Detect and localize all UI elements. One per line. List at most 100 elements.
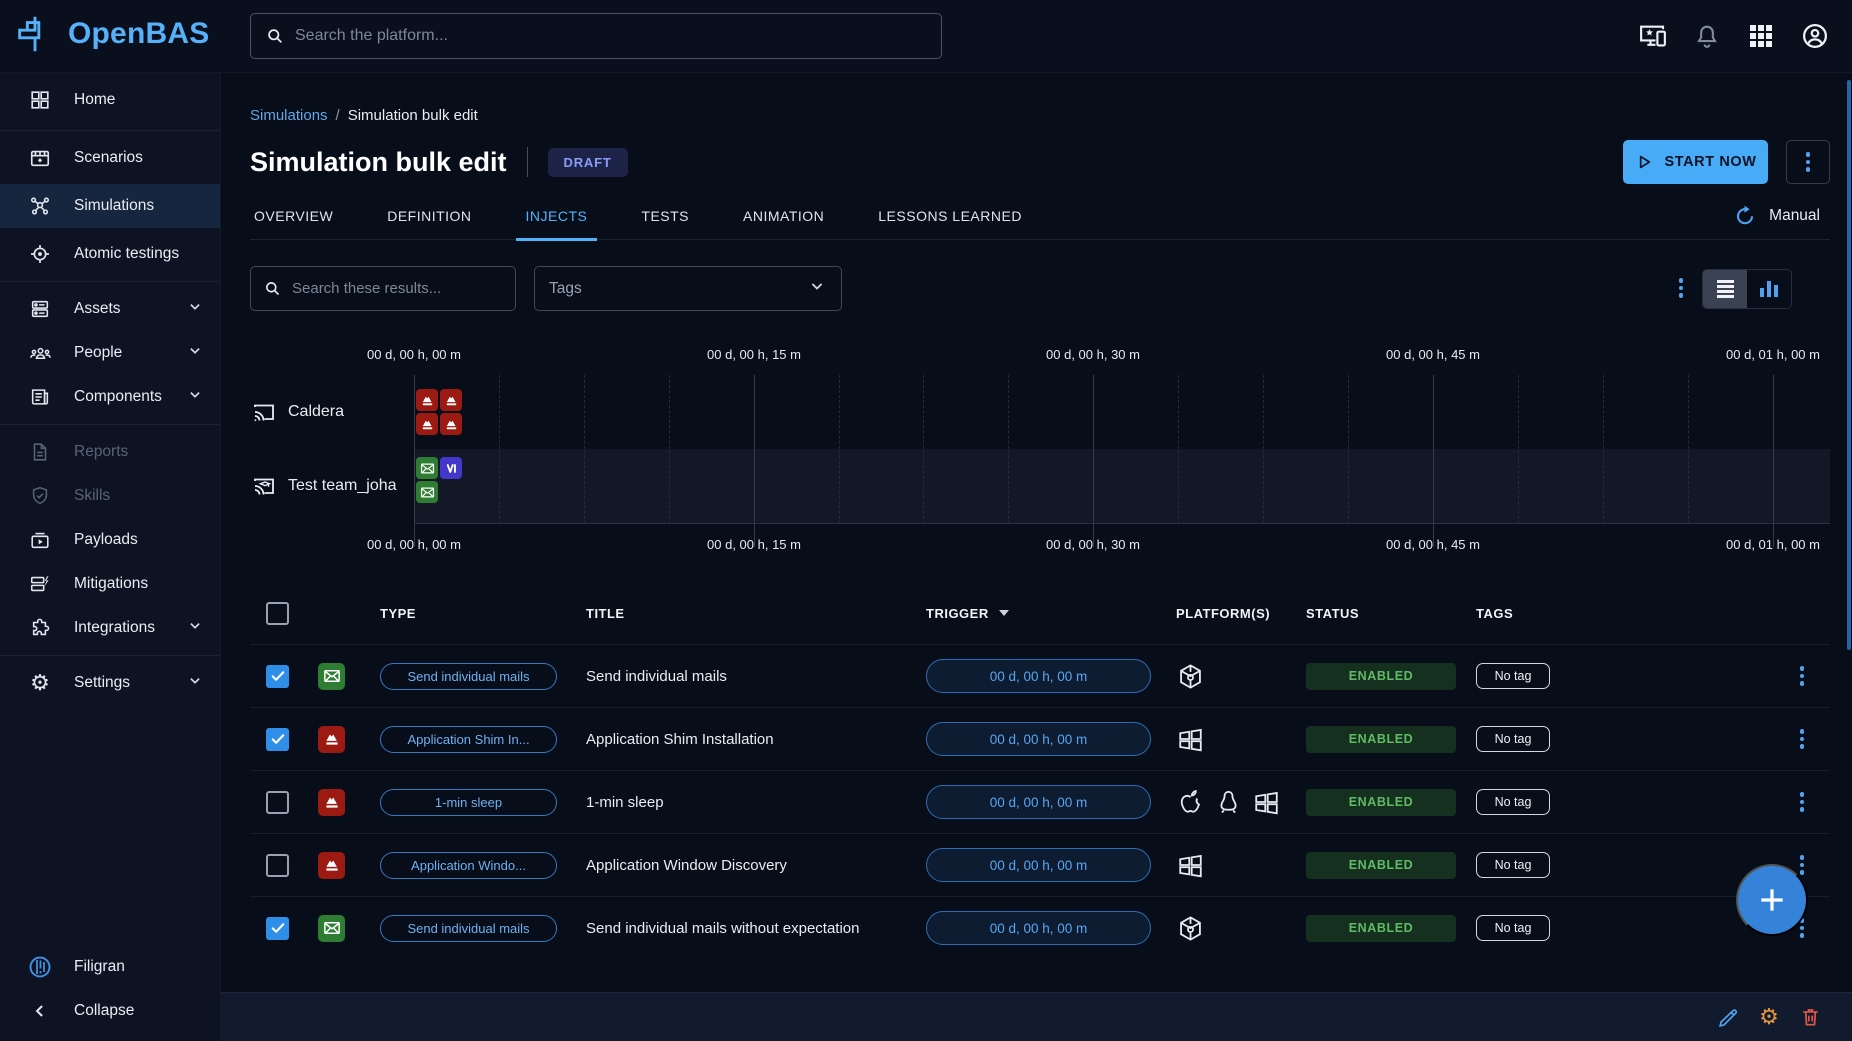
col-header-trigger[interactable]: TRIGGER	[926, 606, 1176, 621]
trigger-chip[interactable]: 00 d, 00 h, 00 m	[926, 848, 1151, 882]
sidebar-item-settings[interactable]: ⚙ Settings	[0, 661, 220, 705]
row-checkbox[interactable]	[266, 791, 289, 814]
col-header-tags[interactable]: TAGS	[1476, 606, 1720, 621]
delete-trash-icon[interactable]	[1798, 1005, 1822, 1029]
row-checkbox[interactable]	[266, 917, 289, 940]
openbas-logo[interactable]: OpenBAS	[12, 10, 209, 58]
refresh-mode-label: Manual	[1769, 207, 1820, 225]
devices-icon[interactable]	[1638, 21, 1668, 51]
row-menu-kebab-icon[interactable]	[1800, 855, 1805, 875]
trigger-chip[interactable]: 00 d, 00 h, 00 m	[926, 785, 1151, 819]
global-search-input[interactable]	[295, 27, 927, 45]
inject-caldera-icon[interactable]	[416, 413, 438, 435]
results-search-input[interactable]	[292, 280, 503, 297]
tab-animation[interactable]: ANIMATION	[739, 192, 828, 240]
tags-filter-select[interactable]: Tags	[534, 266, 842, 311]
select-all-checkbox[interactable]	[266, 602, 289, 625]
col-header-type[interactable]: TYPE	[380, 606, 586, 621]
sidebar-item-label: Assets	[74, 300, 121, 318]
notifications-bell-icon[interactable]	[1692, 21, 1722, 51]
sidebar-item-people[interactable]: People	[0, 331, 220, 375]
tag-chip: No tag	[1476, 663, 1550, 689]
table-row[interactable]: Application Windo... Application Window …	[250, 833, 1830, 896]
table-row[interactable]: Send individual mails Send individual ma…	[250, 896, 1830, 959]
row-menu-kebab-icon[interactable]	[1800, 666, 1805, 686]
email-type-icon	[318, 663, 345, 690]
refresh-icon	[1733, 204, 1757, 228]
trigger-chip[interactable]: 00 d, 00 h, 00 m	[926, 911, 1151, 945]
results-search[interactable]	[250, 266, 516, 311]
left-sidebar: Home Scenarios Simulations Atomic testin…	[0, 72, 221, 1041]
sidebar-item-label: Filigran	[74, 958, 125, 976]
simulation-more-button[interactable]	[1786, 140, 1830, 184]
sidebar-item-filigran[interactable]: Filigran	[0, 945, 220, 989]
col-header-title[interactable]: TITLE	[586, 606, 926, 621]
distribution-view-toggle[interactable]	[1747, 270, 1791, 308]
sidebar-item-label: Reports	[74, 443, 128, 461]
inject-email-icon[interactable]	[416, 481, 438, 503]
sort-desc-icon	[999, 610, 1009, 616]
col-header-platforms[interactable]: PLATFORM(S)	[1176, 606, 1306, 621]
col-header-status[interactable]: STATUS	[1306, 606, 1476, 621]
inject-verify-icon[interactable]	[440, 457, 462, 479]
openbas-logo-icon	[12, 10, 58, 58]
scrollbar-thumb[interactable]	[1847, 80, 1851, 650]
trigger-chip[interactable]: 00 d, 00 h, 00 m	[926, 659, 1151, 693]
sidebar-item-mitigations[interactable]: Mitigations	[0, 562, 220, 606]
sidebar-item-simulations[interactable]: Simulations	[0, 184, 220, 228]
inject-email-icon[interactable]	[416, 457, 438, 479]
chevron-down-icon	[186, 298, 204, 321]
settings-gear-icon[interactable]: ⚙	[1757, 1005, 1781, 1029]
tab-tests[interactable]: TESTS	[637, 192, 693, 240]
payloads-box-icon	[28, 528, 52, 552]
row-checkbox[interactable]	[266, 854, 289, 877]
trigger-chip[interactable]: 00 d, 00 h, 00 m	[926, 722, 1151, 756]
table-row[interactable]: 1-min sleep 1-min sleep 00 d, 00 h, 00 m…	[250, 770, 1830, 833]
cast-education-icon	[252, 474, 276, 498]
sidebar-item-skills[interactable]: Skills	[0, 474, 220, 518]
sidebar-item-scenarios[interactable]: Scenarios	[0, 136, 220, 180]
timeline-options-kebab-icon[interactable]	[1679, 278, 1684, 298]
global-search[interactable]	[250, 13, 942, 59]
sidebar-item-atomic-testings[interactable]: Atomic testings	[0, 232, 220, 276]
row-checkbox[interactable]	[266, 665, 289, 688]
apps-grid-icon[interactable]	[1746, 21, 1776, 51]
edit-pencil-icon[interactable]	[1716, 1005, 1740, 1029]
sidebar-item-payloads[interactable]: Payloads	[0, 518, 220, 562]
start-now-button[interactable]: START NOW	[1623, 140, 1768, 184]
tick-label: 00 d, 00 h, 00 m	[367, 537, 461, 552]
add-inject-fab[interactable]	[1736, 864, 1808, 936]
sidebar-item-components[interactable]: Components	[0, 375, 220, 419]
inject-caldera-icon[interactable]	[416, 389, 438, 411]
row-menu-kebab-icon[interactable]	[1800, 729, 1805, 749]
tab-definition[interactable]: DEFINITION	[383, 192, 475, 240]
sidebar-item-collapse[interactable]: Collapse	[0, 989, 220, 1033]
table-row[interactable]: Send individual mails Send individual ma…	[250, 644, 1830, 707]
tab-injects[interactable]: INJECTS	[522, 192, 592, 240]
list-view-toggle[interactable]	[1703, 270, 1747, 308]
table-row[interactable]: Application Shim In... Application Shim …	[250, 707, 1830, 770]
tab-overview[interactable]: OVERVIEW	[250, 192, 337, 240]
dashboard-icon	[28, 88, 52, 112]
inject-caldera-icon[interactable]	[440, 413, 462, 435]
sidebar-item-label: People	[74, 344, 122, 362]
tab-lessons-learned[interactable]: LESSONS LEARNED	[874, 192, 1026, 240]
tick-label: 00 d, 00 h, 45 m	[1386, 347, 1480, 362]
refresh-mode[interactable]: Manual	[1733, 192, 1820, 240]
sidebar-item-integrations[interactable]: Integrations	[0, 606, 220, 650]
sidebar-item-assets[interactable]: Assets	[0, 287, 220, 331]
breadcrumb-simulations-link[interactable]: Simulations	[250, 107, 328, 124]
row-checkbox[interactable]	[266, 728, 289, 751]
inject-caldera-icon[interactable]	[440, 389, 462, 411]
search-icon	[265, 26, 285, 46]
row-menu-kebab-icon[interactable]	[1800, 792, 1805, 812]
tick-label: 00 d, 00 h, 30 m	[1046, 537, 1140, 552]
platforms-cell	[1176, 914, 1306, 943]
sidebar-item-reports[interactable]: Reports	[0, 430, 220, 474]
account-icon[interactable]	[1800, 21, 1830, 51]
topbar-icon-group	[1638, 0, 1830, 72]
sidebar-item-home[interactable]: Home	[0, 75, 220, 125]
tick-label: 00 d, 00 h, 30 m	[1046, 347, 1140, 362]
sidebar-item-label: Scenarios	[74, 149, 143, 167]
view-toggle-group	[1702, 269, 1792, 309]
